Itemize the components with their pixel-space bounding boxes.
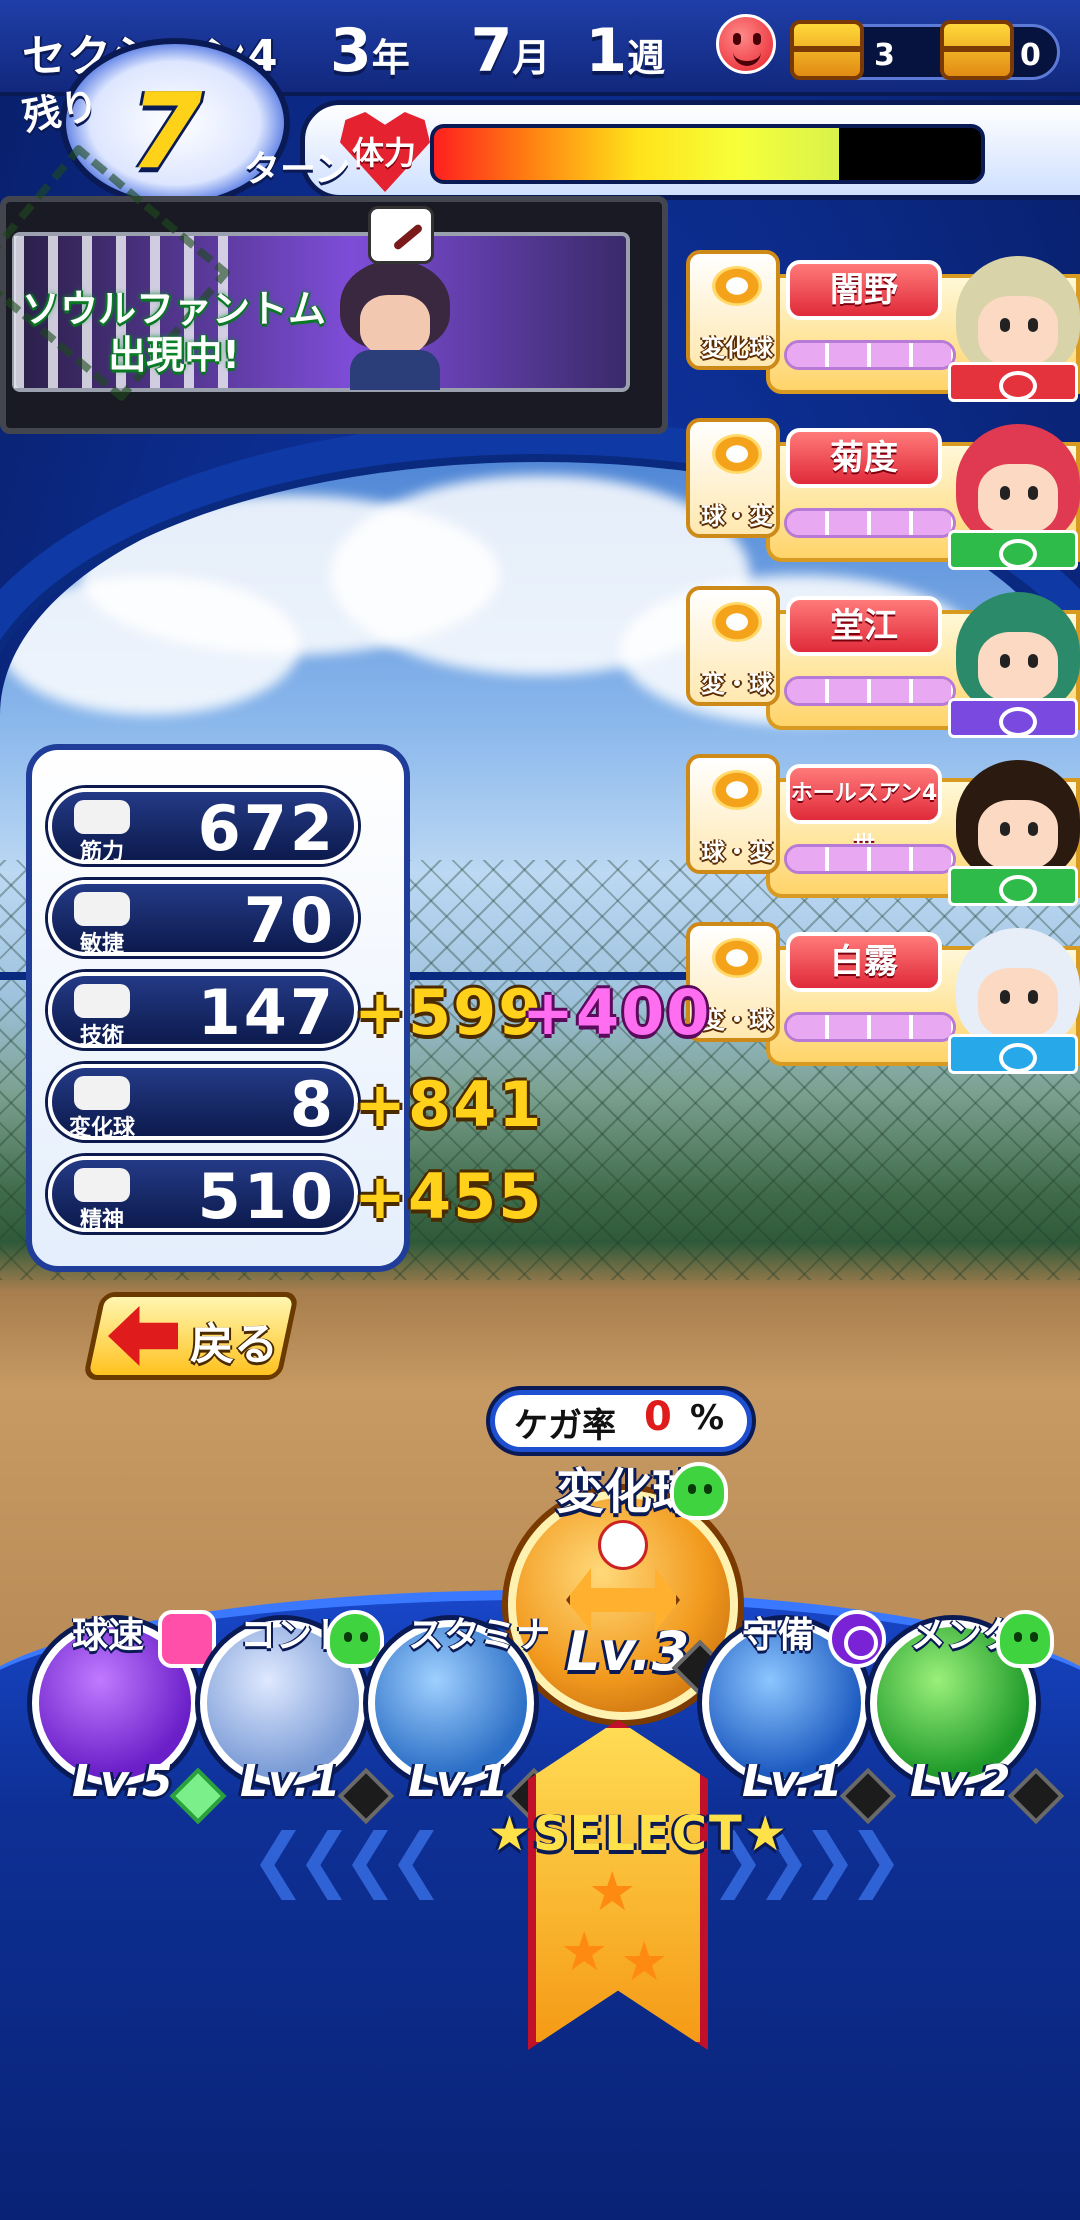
calendar-date: 3年 7月 1週 (330, 16, 666, 86)
phantom-character (330, 250, 460, 390)
ghost-icon (326, 1610, 384, 1668)
stat-value: 672 (197, 792, 336, 865)
support-name: 闇野 (786, 260, 942, 320)
support-type-label: 変・球 (701, 670, 773, 698)
turn-label: ターン (244, 149, 351, 190)
bond-gauge (784, 340, 956, 370)
bond-gauge (784, 1012, 956, 1042)
support-portrait (956, 256, 1080, 376)
top-hud: セクション4 3年 7月 1週 3 0 残り 7 ターン 体力 (0, 0, 1080, 210)
support-card[interactable]: 変・球 堂江 (686, 586, 1080, 744)
stamina-fill (434, 128, 839, 180)
stamina-bar (430, 124, 985, 184)
stamina-label: 体力 (352, 134, 417, 172)
injury-unit: % (690, 1398, 725, 1438)
support-badge-icon (948, 530, 1078, 570)
support-card[interactable]: 球・変ホールスアン4世 (686, 754, 1080, 912)
star-icon: ★ (620, 1930, 669, 1993)
support-portrait (956, 424, 1080, 544)
stat-value: 70 (243, 884, 336, 957)
stat-value: 510 (197, 1160, 336, 1233)
support-type-label: 球・変 (701, 838, 773, 866)
support-name: 堂江 (786, 596, 942, 656)
support-badge-icon (948, 1034, 1078, 1074)
ghost-icon (670, 1462, 728, 1520)
condition-smile-icon[interactable] (716, 14, 776, 74)
stat-label: 精神 (79, 1208, 124, 1233)
support-type-icon: 変化球 (686, 250, 780, 370)
support-type-icon: 変・球 (686, 586, 780, 706)
support-portrait (956, 928, 1080, 1048)
gold-chest-icon (940, 20, 1014, 80)
star-icon: ★ (588, 1860, 637, 1923)
stat-row: 技術 147 (48, 972, 358, 1049)
training-level: Lv.1 (408, 1756, 509, 1807)
training-name: スタミナ (408, 1615, 548, 1656)
support-card[interactable]: 球・変 菊度 (686, 418, 1080, 576)
training-level: Lv.2 (910, 1756, 1011, 1807)
ghost-icon (996, 1610, 1054, 1668)
support-badge-icon (948, 362, 1078, 402)
selected-training-level: Lv.3 (566, 1620, 690, 1683)
gold-chest-count: 0 (1020, 38, 1041, 73)
stat-icon: 筋力 (60, 796, 144, 865)
support-card[interactable]: 変・球 白霧 (686, 922, 1080, 1080)
stat-icon: 技術 (60, 980, 144, 1049)
injury-label: ケガ率 (514, 1406, 616, 1446)
bond-gauge (784, 508, 956, 538)
stat-row: 筋力 672 (48, 788, 358, 865)
baseball-icon (712, 266, 762, 306)
support-card[interactable]: 変化球 闇野 (686, 250, 1080, 408)
treasure-chest-icon (790, 20, 864, 80)
bond-gauge (784, 844, 956, 874)
support-portrait (956, 592, 1080, 712)
stat-row: 敏捷 70 (48, 880, 358, 957)
stat-bonus-extra: +400 (522, 976, 712, 1049)
support-type-label: 変化球 (701, 334, 773, 362)
baseball-icon (712, 602, 762, 642)
phantom-status: ソウルファントム 出現中! (22, 287, 327, 377)
baseball-icon (598, 1520, 648, 1570)
support-type-icon: 球・変 (686, 754, 780, 874)
support-type-label: 球・変 (701, 502, 773, 530)
support-portrait (956, 760, 1080, 880)
stat-bonus: +455 (354, 1160, 544, 1233)
stat-value: 8 (289, 1068, 336, 1141)
turns-left: 7 (130, 70, 203, 192)
baseball-icon (712, 938, 762, 978)
stat-row: 精神 510 (48, 1156, 358, 1233)
stat-icon: 精神 (60, 1164, 144, 1233)
baseball-icon (712, 434, 762, 474)
stat-bonus: +599 (354, 976, 544, 1049)
tag-icon (158, 1610, 216, 1668)
red-chest-count: 3 (874, 38, 895, 73)
stat-row: 変化球 8 (48, 1064, 358, 1141)
baseball-icon (712, 770, 762, 810)
training-level: Lv.1 (742, 1756, 843, 1807)
stat-icon: 変化球 (60, 1072, 144, 1141)
star-icon: ★ (560, 1920, 609, 1983)
training-level: Lv.5 (72, 1756, 173, 1807)
stat-value: 147 (197, 976, 336, 1049)
support-type-icon: 球・変 (686, 418, 780, 538)
stat-icon: 敏捷 (60, 888, 144, 957)
support-badge-icon (948, 866, 1078, 906)
select-label: ★SELECT★ (488, 1806, 789, 1862)
bond-gauge (784, 676, 956, 706)
support-badge-icon (948, 698, 1078, 738)
injury-value: 0 (644, 1394, 672, 1440)
stat-label: 技術 (79, 1024, 124, 1049)
stat-label: 敏捷 (79, 932, 124, 957)
support-name: 白霧 (786, 932, 942, 992)
stat-bonus: +841 (354, 1068, 544, 1141)
support-name: 菊度 (786, 428, 942, 488)
bat-icon (368, 206, 434, 264)
stat-label: 筋力 (79, 840, 124, 865)
training-level: Lv.1 (240, 1756, 341, 1807)
support-name: ホールスアン4世 (786, 764, 942, 858)
target-icon (828, 1610, 886, 1668)
back-label: 戻る (190, 1319, 278, 1370)
stat-label: 変化球 (68, 1116, 135, 1141)
